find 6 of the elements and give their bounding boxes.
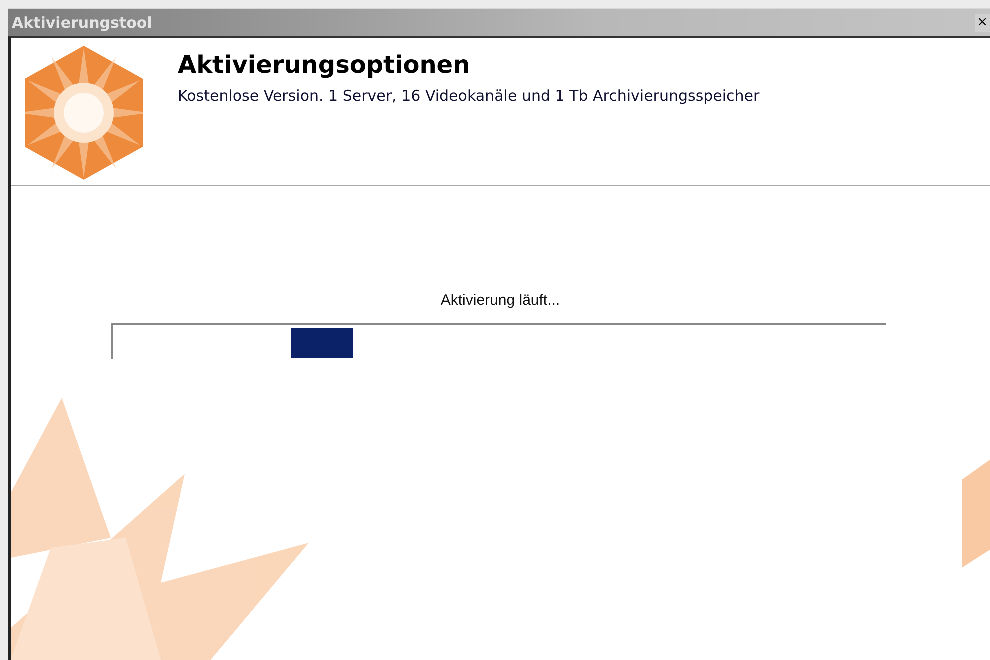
subtitle: Kostenlose Version. 1 Server, 16 Videokanäle und 1 Tb Archivierungsspeicher bbox=[178, 87, 760, 105]
close-button[interactable]: × bbox=[975, 14, 990, 32]
window-title: Aktivierungstool bbox=[11, 14, 152, 32]
logo-icon bbox=[25, 46, 143, 180]
heading: Aktivierungsoptionen bbox=[178, 51, 472, 79]
progress-label: Aktivierung läuft... bbox=[440, 292, 560, 309]
